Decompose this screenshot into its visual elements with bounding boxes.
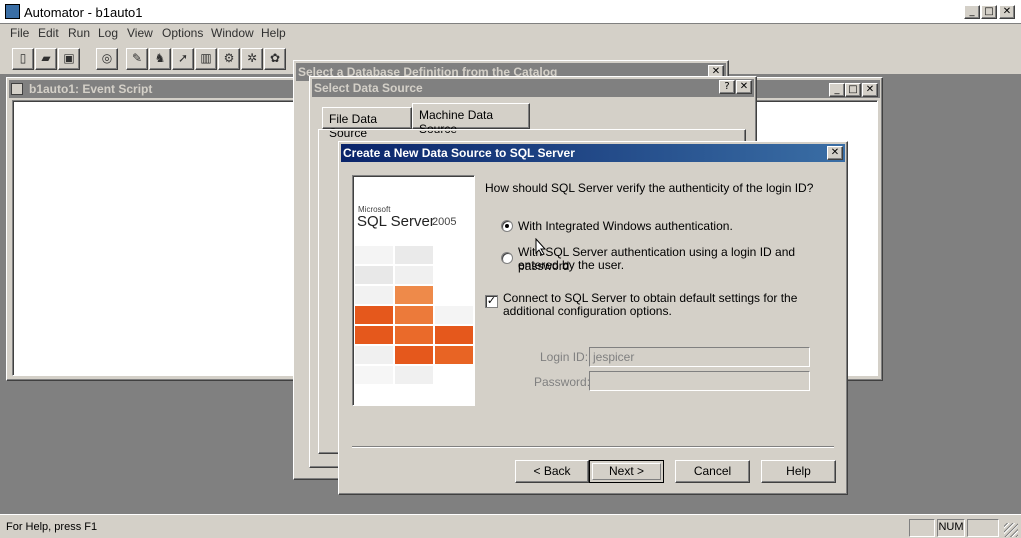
login-id-label: Login ID: — [540, 350, 589, 364]
tile — [395, 326, 433, 344]
radio-sql-auth[interactable] — [501, 252, 513, 264]
minimize-icon[interactable]: _ — [964, 5, 980, 19]
child-close-icon[interactable]: ✕ — [862, 83, 878, 97]
open-folder-icon[interactable]: ▰ — [35, 48, 57, 70]
status-pane-num: NUM — [937, 519, 965, 537]
event-script-title: b1auto1: Event Script — [29, 82, 153, 96]
tab-file-data-source[interactable]: File Data Source — [322, 107, 412, 140]
status-pane-caps — [909, 519, 935, 537]
new-file-icon[interactable]: ▯ — [12, 48, 34, 70]
tool-icon[interactable]: ⚙ — [218, 48, 240, 70]
app-title-bar: Automator - b1auto1 _ □ ✕ — [0, 0, 1021, 24]
tile — [435, 326, 473, 344]
status-bar: For Help, press F1 NUM — [0, 514, 1021, 538]
back-button[interactable]: < Back — [515, 460, 589, 483]
tile — [435, 346, 473, 364]
status-pane-scroll — [967, 519, 999, 537]
app-icon — [5, 4, 20, 19]
database-icon[interactable]: ◎ — [96, 48, 118, 70]
create-ds-title-bar: Create a New Data Source to SQL Server — [341, 144, 845, 162]
tile — [395, 246, 433, 264]
menu-bar: File Edit Run Log View Options Window He… — [0, 24, 1021, 44]
maximize-icon[interactable]: □ — [981, 5, 997, 19]
next-button[interactable]: Next > — [589, 460, 664, 483]
menu-run[interactable]: Run — [68, 26, 90, 40]
tile — [355, 366, 393, 384]
tile — [435, 306, 473, 324]
menu-view[interactable]: View — [127, 26, 153, 40]
step-icon[interactable]: ➚ — [172, 48, 194, 70]
tab-machine-data-source[interactable]: Machine Data Source — [412, 103, 530, 136]
menu-options[interactable]: Options — [162, 26, 203, 40]
tile — [355, 246, 393, 264]
login-id-field[interactable]: jespicer — [589, 347, 810, 367]
tile — [355, 286, 393, 304]
script-icon[interactable]: ✎ — [126, 48, 148, 70]
checkbox-connect-label-line2[interactable]: additional configuration options. — [503, 304, 672, 318]
debug-icon[interactable]: ✲ — [241, 48, 263, 70]
create-ds-title: Create a New Data Source to SQL Server — [343, 146, 575, 160]
mouse-cursor-icon — [535, 238, 547, 256]
menu-log[interactable]: Log — [98, 26, 118, 40]
radio-sql-auth-label-line2[interactable]: entered by the user. — [518, 258, 624, 272]
save-icon[interactable]: ▣ — [58, 48, 80, 70]
mdi-client-area: b1auto1: Event Script _ □ ✕ Select a Dat… — [0, 60, 1021, 514]
checkbox-connect-defaults[interactable]: ✓ — [485, 295, 498, 308]
tile-grid — [355, 246, 473, 405]
app-title: Automator - b1auto1 — [24, 5, 143, 20]
tile — [395, 266, 433, 284]
checkbox-connect-label-line1[interactable]: Connect to SQL Server to obtain default … — [503, 291, 797, 305]
create-ds-close-icon[interactable]: ✕ — [827, 146, 843, 160]
menu-edit[interactable]: Edit — [38, 26, 59, 40]
menu-help[interactable]: Help — [261, 26, 286, 40]
document-icon — [11, 83, 23, 95]
tile — [355, 346, 393, 364]
select-ds-help-icon[interactable]: ? — [719, 80, 735, 94]
auth-question: How should SQL Server verify the authent… — [485, 181, 814, 195]
select-ds-close-icon[interactable]: ✕ — [736, 80, 752, 94]
tile — [395, 286, 433, 304]
menu-file[interactable]: File — [10, 26, 29, 40]
menu-window[interactable]: Window — [211, 26, 254, 40]
button-separator — [352, 446, 834, 448]
close-icon[interactable]: ✕ — [999, 5, 1015, 19]
password-field[interactable] — [589, 371, 810, 391]
tile — [395, 306, 433, 324]
radio-windows-auth-label[interactable]: With Integrated Windows authentication. — [518, 219, 733, 233]
child-maximize-icon[interactable]: □ — [845, 83, 861, 97]
password-label: Password: — [534, 375, 591, 389]
brand-version: 2005 — [432, 216, 457, 228]
status-text: For Help, press F1 — [6, 521, 98, 533]
child-minimize-icon[interactable]: _ — [829, 83, 845, 97]
select-ds-title: Select Data Source — [314, 81, 423, 95]
select-ds-title-bar: Select Data Source — [312, 79, 754, 97]
sql-server-logo-panel: Microsoft SQL Server 2005 — [352, 175, 475, 406]
size-grip-icon[interactable] — [1004, 523, 1018, 537]
cancel-button[interactable]: Cancel — [675, 460, 750, 483]
tile — [355, 326, 393, 344]
tile — [355, 306, 393, 324]
macro-icon[interactable]: ✿ — [264, 48, 286, 70]
radio-windows-auth[interactable] — [501, 220, 513, 232]
tile — [395, 346, 433, 364]
help-button[interactable]: Help — [761, 460, 836, 483]
brand-sql-server: SQL Server — [357, 213, 435, 230]
tile — [355, 266, 393, 284]
tile — [395, 366, 433, 384]
create-data-source-dialog: Create a New Data Source to SQL Server ✕… — [338, 141, 848, 495]
run-icon[interactable]: ♞ — [149, 48, 171, 70]
chart-icon[interactable]: ▥ — [195, 48, 217, 70]
